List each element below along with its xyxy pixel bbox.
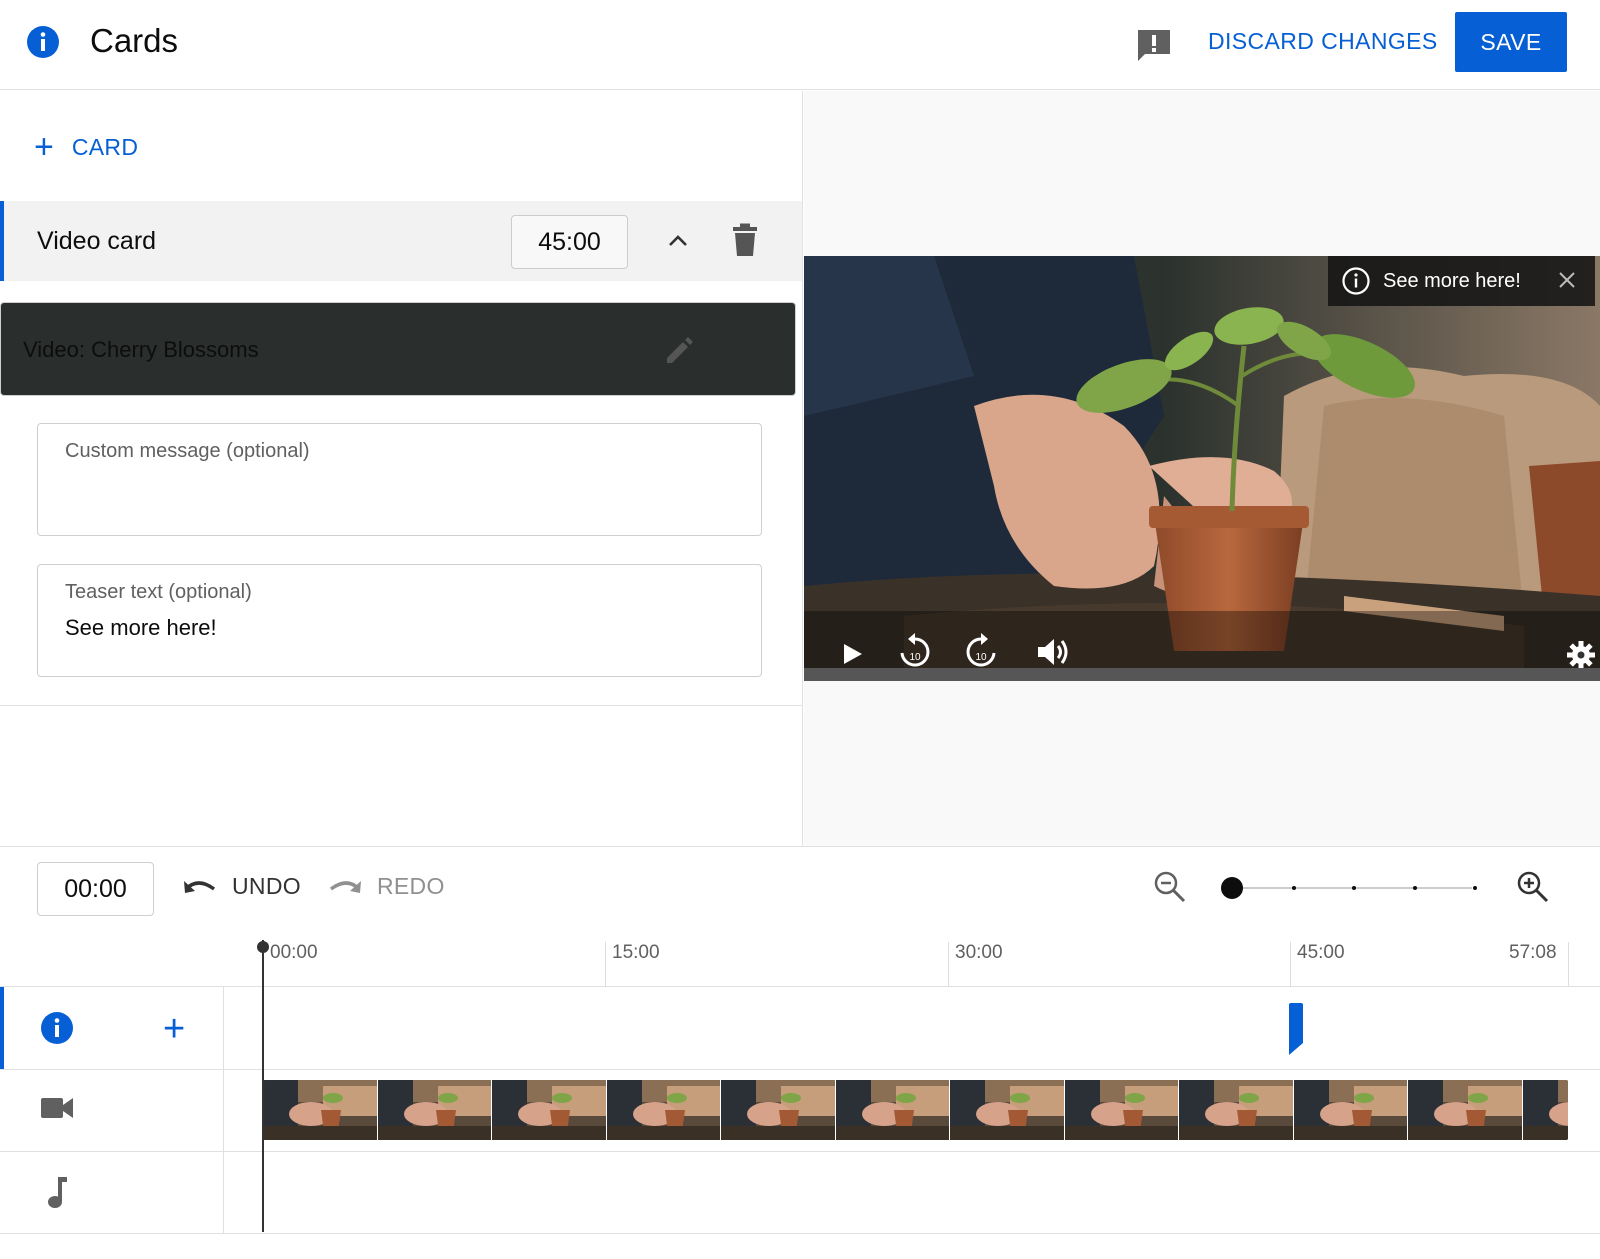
redo-icon [329, 880, 361, 893]
info-outline-icon [1342, 267, 1370, 295]
filmstrip-frame [606, 1080, 720, 1140]
video-progress-bar[interactable] [804, 668, 1600, 681]
header: Cards DISCARD CHANGES SAVE [0, 0, 1600, 90]
info-icon [27, 26, 59, 58]
filmstrip-frame [492, 1080, 606, 1140]
forward-10-label: 10 [975, 652, 987, 663]
cards-track-selected-indicator [0, 987, 4, 1069]
custom-message-label: Custom message (optional) [65, 440, 310, 462]
volume-icon[interactable] [1036, 636, 1070, 668]
filmstrip-frame [950, 1080, 1064, 1140]
zoom-step [1352, 886, 1356, 890]
redo-label: REDO [377, 873, 445, 899]
ruler-tick [948, 942, 949, 986]
info-icon [41, 1012, 73, 1044]
ruler-tick-label: 00:00 [270, 942, 318, 963]
card-time-input[interactable]: 45:00 [511, 215, 628, 269]
filmstrip-frame [1522, 1080, 1568, 1140]
ruler-tick-label: 15:00 [612, 942, 660, 963]
track-divider [0, 986, 1600, 987]
divider [0, 846, 1600, 847]
zoom-slider-thumb[interactable] [1221, 877, 1243, 899]
ruler-tick-label: 45:00 [1297, 942, 1345, 963]
chevron-up-icon[interactable] [666, 229, 690, 253]
custom-message-field[interactable]: Custom message (optional) [37, 423, 762, 536]
card-marker[interactable] [1289, 1003, 1303, 1055]
ruler-tick-label: 30:00 [955, 942, 1003, 963]
plus-icon: + [34, 128, 54, 166]
card-row[interactable]: Video card 45:00 [0, 201, 802, 281]
teaser-text-value: See more here! [65, 615, 217, 640]
forward-10-icon[interactable]: 10 [964, 633, 998, 671]
teaser-popup[interactable]: See more here! [1328, 256, 1595, 306]
timecode-input[interactable]: 00:00 [37, 862, 154, 916]
zoom-in-icon[interactable] [1516, 870, 1550, 904]
page-title: Cards [90, 22, 179, 59]
music-note-icon [48, 1177, 67, 1208]
filmstrip-frame [1408, 1080, 1522, 1140]
videocam-icon [41, 1098, 73, 1118]
undo-icon [184, 880, 216, 893]
track-divider [0, 1069, 1600, 1070]
replay-10-label: 10 [909, 652, 921, 663]
card-editor-panel: + CARD Video card 45:00 Video: Cherry Bl… [0, 91, 803, 846]
ruler-tick [1290, 942, 1291, 986]
playhead-handle[interactable] [257, 941, 269, 953]
filmstrip-frame [1293, 1080, 1407, 1140]
video-select-value: Video: Cherry Blossoms [23, 337, 259, 362]
preview-panel: See more here! 10 10 [804, 91, 1600, 846]
ruler-tick-label: 57:08 [1509, 942, 1557, 963]
filmstrip-frame [1179, 1080, 1293, 1140]
undo-button[interactable]: UNDO [182, 873, 301, 900]
filmstrip-frame [835, 1080, 949, 1140]
track-divider [0, 1151, 1600, 1152]
zoom-step [1413, 886, 1417, 890]
close-icon[interactable] [1557, 270, 1577, 290]
teaser-text-label: Teaser text (optional) [65, 581, 252, 603]
ruler-tick [605, 942, 606, 986]
playhead[interactable] [262, 940, 264, 1232]
filmstrip-frame [1064, 1080, 1178, 1140]
video-preview[interactable]: See more here! 10 10 [804, 256, 1600, 681]
video-frame-image [804, 256, 1600, 681]
replay-10-icon[interactable]: 10 [898, 633, 932, 671]
filmstrip-frame [721, 1080, 835, 1140]
card-name: Video card [37, 227, 157, 255]
zoom-step [1473, 886, 1477, 890]
feedback-icon[interactable] [1135, 27, 1173, 63]
video-filmstrip[interactable] [263, 1080, 1568, 1140]
ruler-tick [1568, 942, 1569, 986]
undo-label: UNDO [232, 873, 301, 899]
add-card-label: CARD [71, 133, 139, 160]
gear-icon[interactable] [1566, 640, 1596, 670]
zoom-step [1292, 886, 1296, 890]
discard-changes-button[interactable]: DISCARD CHANGES [1208, 28, 1438, 55]
redo-button[interactable]: REDO [327, 873, 445, 900]
zoom-out-icon[interactable] [1153, 870, 1187, 904]
track-divider [0, 1233, 1600, 1234]
trash-icon[interactable] [731, 223, 759, 257]
add-card-button[interactable]: + CARD [34, 130, 138, 164]
video-select-field[interactable]: Video: Cherry Blossoms [0, 302, 796, 396]
divider [0, 705, 802, 706]
track-header-divider [223, 986, 224, 1234]
filmstrip-frame [377, 1080, 491, 1140]
teaser-popup-text: See more here! [1383, 269, 1521, 292]
play-icon[interactable] [840, 642, 864, 666]
pencil-icon[interactable] [663, 333, 697, 367]
filmstrip-frame [263, 1080, 377, 1140]
add-card-track-button[interactable]: + [163, 1010, 185, 1048]
save-button[interactable]: SAVE [1455, 12, 1567, 72]
teaser-text-field[interactable]: Teaser text (optional) See more here! [37, 564, 762, 677]
